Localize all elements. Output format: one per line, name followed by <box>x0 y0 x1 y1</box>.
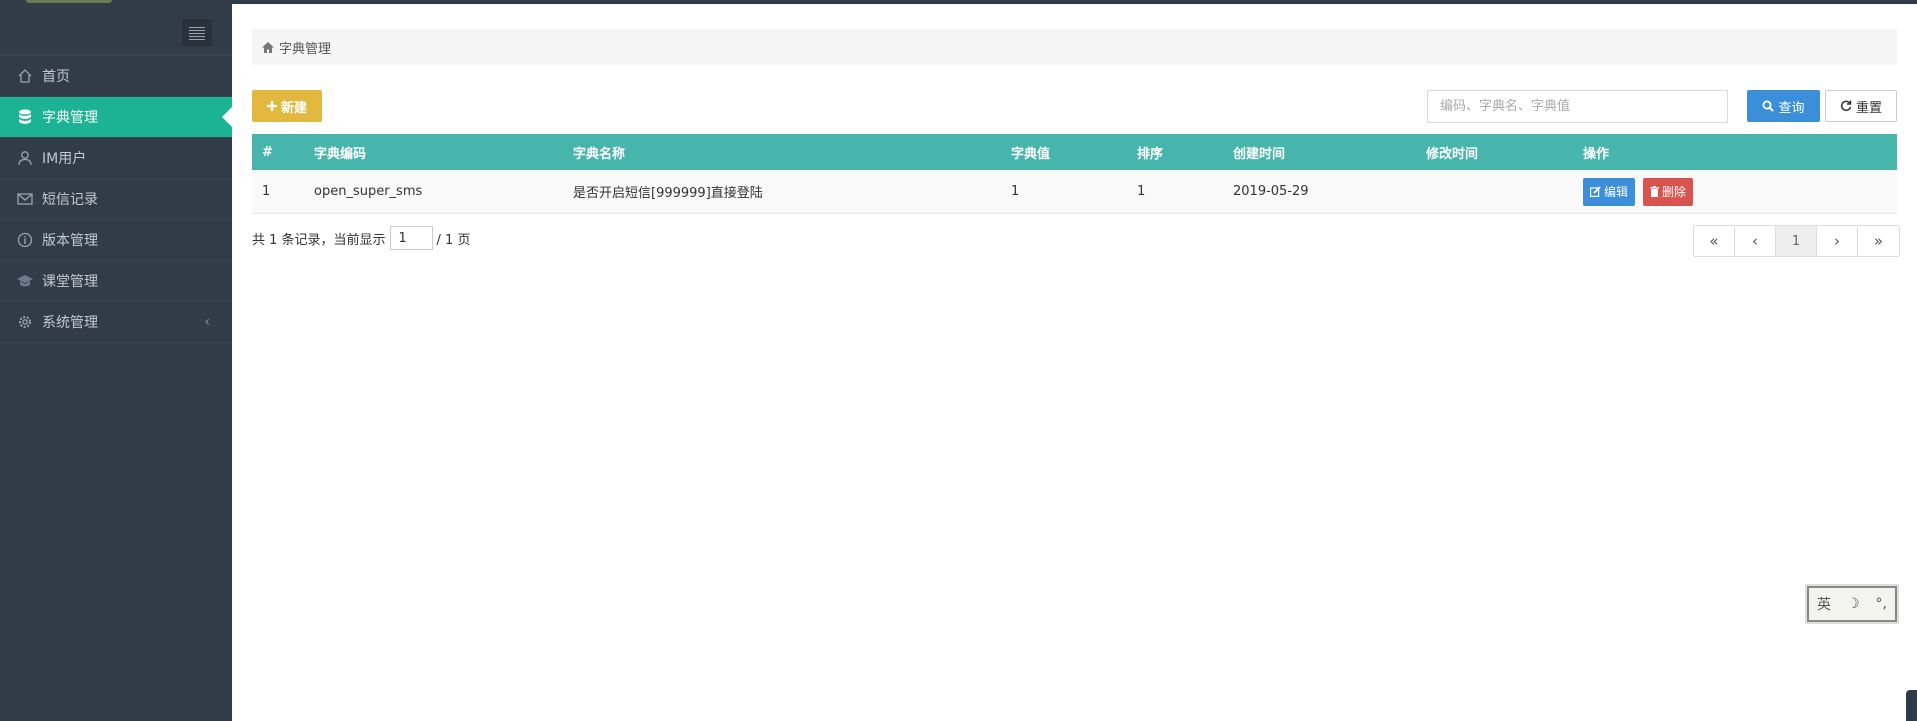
edit-button[interactable]: 编辑 <box>1583 177 1636 206</box>
sidebar-item-label: 系统管理 <box>42 315 98 331</box>
cell-value: 1 <box>1011 184 1020 199</box>
sidebar-item-system[interactable]: 系统管理 ‹ <box>0 302 232 343</box>
sidebar-item-im-users[interactable]: IM用户 <box>0 138 232 179</box>
column-header-value: 字典值 <box>1011 146 1051 162</box>
column-header-created: 创建时间 <box>1233 146 1286 162</box>
sidebar-toggle-button[interactable] <box>182 19 212 46</box>
delete-button[interactable]: 删除 <box>1643 177 1694 206</box>
sidebar: 首页 字典管理 IM用户 短信记录 版本管理 课堂管理 系统管理 ‹ <box>0 0 232 721</box>
sidebar-item-sms-records[interactable]: 短信记录 <box>0 179 232 220</box>
search-icon <box>1762 100 1775 112</box>
first-page-button[interactable]: « <box>1694 226 1735 256</box>
sidebar-item-label: IM用户 <box>42 151 87 167</box>
query-button[interactable]: 查询 <box>1747 90 1820 122</box>
sidebar-item-dictionary[interactable]: 字典管理 <box>0 97 232 138</box>
sidebar-item-versions[interactable]: 版本管理 <box>0 220 232 261</box>
refresh-icon <box>1840 100 1852 112</box>
column-header-sort: 排序 <box>1137 146 1164 162</box>
cell-sort: 1 <box>1137 184 1146 199</box>
query-button-label: 查询 <box>1778 100 1805 116</box>
pager-info: 共 1 条记录，当前显示 / 1 页 <box>252 225 470 251</box>
sidebar-menu: 首页 字典管理 IM用户 短信记录 版本管理 课堂管理 系统管理 ‹ <box>0 56 232 343</box>
cell-name: 是否开启短信[999999]直接登陆 <box>573 186 763 201</box>
database-icon <box>16 108 34 126</box>
next-page-button[interactable]: › <box>1817 226 1858 256</box>
new-button-label: 新建 <box>280 100 307 116</box>
pagination: « ‹ 1 › » <box>1693 225 1900 257</box>
page-1-button[interactable]: 1 <box>1776 226 1817 256</box>
edit-button-label: 编辑 <box>1604 185 1629 199</box>
sidebar-item-label: 字典管理 <box>42 110 98 126</box>
column-header-index: # <box>262 144 273 160</box>
main-content: 字典管理 新建 查询 重置 # 字典编码 字典名称 字典值 排序 创建时间 修改… <box>232 4 1917 721</box>
envelope-icon <box>16 190 34 208</box>
trash-icon <box>1650 186 1660 197</box>
sidebar-item-label: 短信记录 <box>42 192 98 208</box>
delete-button-label: 删除 <box>1662 185 1687 199</box>
search-input[interactable] <box>1427 90 1728 123</box>
home-icon <box>16 67 34 85</box>
column-header-code: 字典编码 <box>314 146 367 162</box>
column-header-modified: 修改时间 <box>1426 146 1479 162</box>
reset-button[interactable]: 重置 <box>1825 90 1897 122</box>
edit-icon <box>1590 186 1601 197</box>
page-number-input[interactable] <box>389 226 433 250</box>
ime-language-toggle[interactable]: 英 <box>1817 594 1831 614</box>
user-icon <box>16 149 34 167</box>
graduation-cap-icon <box>16 272 34 290</box>
menu-icon <box>189 26 205 40</box>
sidebar-item-label: 首页 <box>42 69 70 85</box>
sidebar-item-label: 课堂管理 <box>42 274 98 290</box>
pager-pages-text: / 1 页 <box>436 232 471 248</box>
pager-total-text: 共 1 条记录，当前显示 <box>252 232 386 248</box>
chevron-left-icon: ‹ <box>204 314 210 330</box>
breadcrumb-item: 字典管理 <box>279 41 332 57</box>
dictionary-table: # 字典编码 字典名称 字典值 排序 创建时间 修改时间 操作 1 open_s… <box>252 134 1897 214</box>
cell-created: 2019-05-29 <box>1233 184 1309 199</box>
cell-code: open_super_sms <box>314 184 423 199</box>
cell-actions: 编辑 删除 <box>1583 170 1701 213</box>
logo <box>26 0 112 3</box>
ime-toolbar[interactable]: 英 ☽ °, <box>1807 586 1897 622</box>
edge-tab <box>1906 690 1917 721</box>
info-circle-icon <box>16 231 34 249</box>
table-header: # 字典编码 字典名称 字典值 排序 创建时间 修改时间 操作 <box>252 134 1897 170</box>
breadcrumb: 字典管理 <box>252 29 1897 65</box>
column-header-actions: 操作 <box>1583 146 1610 162</box>
ime-punctuation-toggle[interactable]: °, <box>1876 596 1887 612</box>
cell-index: 1 <box>262 184 271 199</box>
sidebar-item-label: 版本管理 <box>42 233 98 249</box>
sidebar-item-classroom[interactable]: 课堂管理 <box>0 261 232 302</box>
prev-page-button[interactable]: ‹ <box>1735 226 1776 256</box>
last-page-button[interactable]: » <box>1858 226 1899 256</box>
sidebar-item-home[interactable]: 首页 <box>0 56 232 97</box>
gear-icon <box>16 313 34 331</box>
new-button[interactable]: 新建 <box>252 90 322 122</box>
reset-button-label: 重置 <box>1855 100 1882 116</box>
moon-icon[interactable]: ☽ <box>1847 596 1860 612</box>
table-row: 1 open_super_sms 是否开启短信[999999]直接登陆 1 1 … <box>252 170 1897 214</box>
plus-icon <box>266 101 277 111</box>
home-icon <box>262 41 274 53</box>
column-header-name: 字典名称 <box>573 146 626 162</box>
